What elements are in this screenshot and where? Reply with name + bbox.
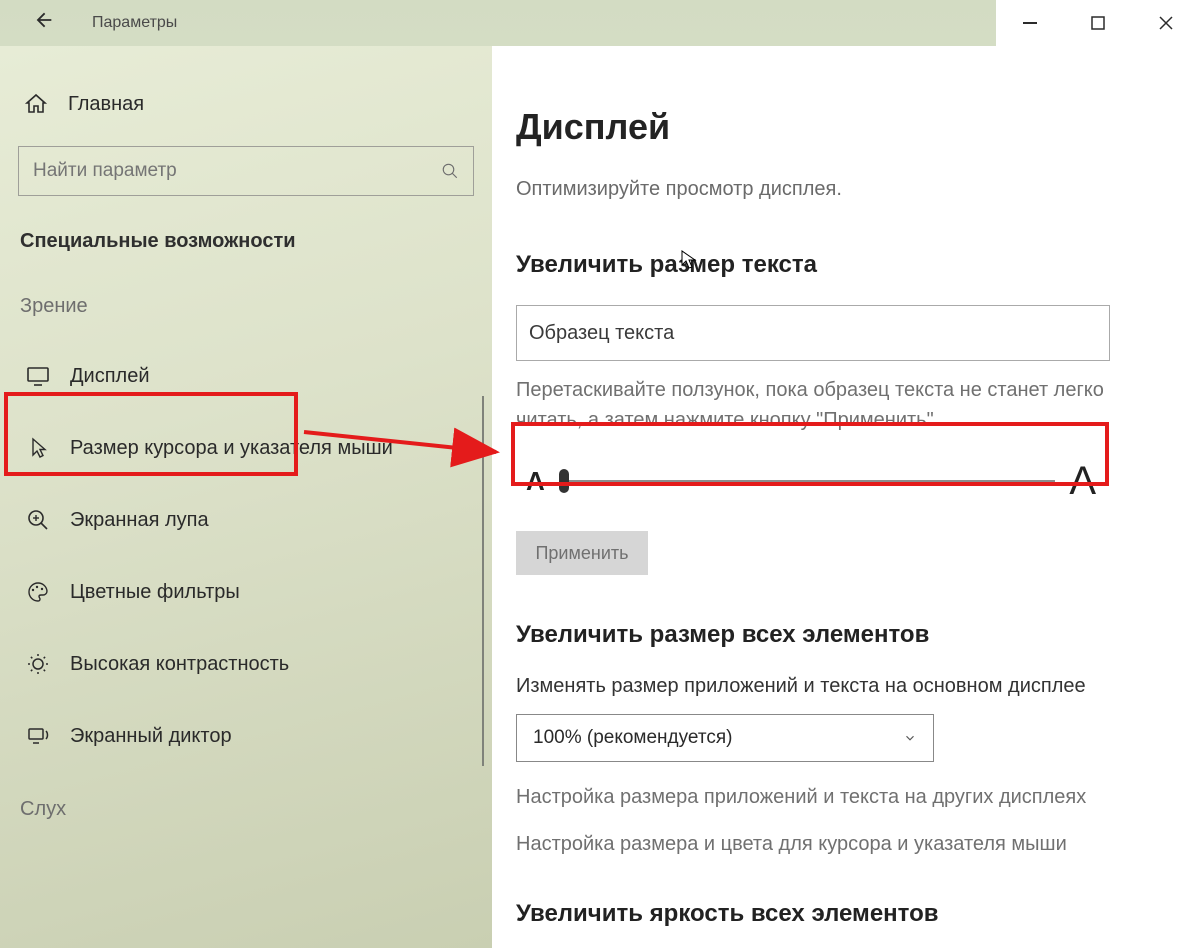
sidebar-scrollbar[interactable] — [482, 396, 484, 766]
window-title: Параметры — [92, 0, 177, 46]
scale-heading: Увеличить размер всех элементов — [516, 621, 1176, 649]
back-arrow-icon — [33, 9, 55, 31]
brightness-heading: Увеличить яркость всех элементов — [516, 900, 1176, 928]
search-box[interactable] — [18, 146, 474, 196]
search-icon — [441, 162, 459, 180]
sidebar-item-label: Размер курсора и указателя мыши — [70, 437, 393, 460]
palette-icon — [24, 578, 52, 606]
scale-dropdown[interactable]: 100% (рекомендуется) — [516, 714, 934, 762]
maximize-icon — [1091, 16, 1105, 30]
titlebar: Параметры — [0, 0, 1200, 46]
search-input[interactable] — [33, 160, 441, 182]
sidebar-item-home[interactable]: Главная — [18, 90, 474, 118]
slider-max-label: A — [1069, 459, 1096, 504]
scale-label: Изменять размер приложений и текста на о… — [516, 675, 1176, 698]
page-subtitle: Оптимизируйте просмотр дисплея. — [516, 178, 1176, 201]
link-other-displays[interactable]: Настройка размера приложений и текста на… — [516, 786, 1176, 809]
display-icon — [24, 362, 52, 390]
magnifier-icon — [24, 506, 52, 534]
minimize-button[interactable] — [996, 0, 1064, 46]
home-icon — [24, 90, 52, 118]
sidebar-section-title: Специальные возможности — [18, 230, 474, 253]
sample-text-box: Образец текста — [516, 305, 1110, 361]
sidebar-item-high-contrast[interactable]: Высокая контрастность — [18, 628, 474, 700]
sidebar-item-label: Цветные фильтры — [70, 581, 240, 604]
sidebar-item-label: Экранная лупа — [70, 509, 209, 532]
sidebar-group-vision: Зрение — [18, 295, 474, 318]
sidebar-group-hearing: Слух — [18, 798, 474, 821]
main-panel: Дисплей Оптимизируйте просмотр дисплея. … — [492, 46, 1200, 948]
close-button[interactable] — [1132, 0, 1200, 46]
apply-button[interactable]: Применить — [516, 531, 648, 575]
slider-track[interactable] — [559, 480, 1056, 482]
sidebar-item-label: Экранный диктор — [70, 725, 232, 748]
sidebar-item-magnifier[interactable]: Экранная лупа — [18, 484, 474, 556]
text-size-slider[interactable]: A A — [516, 449, 1106, 513]
sidebar: Главная Специальные возможности Зрение Д… — [0, 46, 492, 948]
cursor-icon — [24, 434, 52, 462]
narrator-icon — [24, 722, 52, 750]
minimize-icon — [1023, 16, 1037, 30]
sample-text: Образец текста — [529, 322, 674, 345]
sidebar-item-color-filters[interactable]: Цветные фильтры — [18, 556, 474, 628]
slider-thumb[interactable] — [559, 469, 569, 493]
maximize-button[interactable] — [1064, 0, 1132, 46]
scale-dropdown-value: 100% (рекомендуется) — [533, 727, 732, 749]
sidebar-item-cursor[interactable]: Размер курсора и указателя мыши — [18, 412, 474, 484]
sidebar-item-narrator[interactable]: Экранный диктор — [18, 700, 474, 772]
back-button[interactable] — [24, 0, 64, 40]
sidebar-home-label: Главная — [68, 93, 144, 116]
close-icon — [1159, 16, 1173, 30]
sidebar-item-display[interactable]: Дисплей — [18, 340, 474, 412]
slider-help-text: Перетаскивайте ползунок, пока образец те… — [516, 375, 1116, 435]
text-size-heading: Увеличить размер текста — [516, 251, 1176, 279]
window-controls — [996, 0, 1200, 46]
link-cursor-settings[interactable]: Настройка размера и цвета для курсора и … — [516, 833, 1176, 856]
sidebar-item-label: Дисплей — [70, 365, 150, 388]
page-title: Дисплей — [516, 106, 1176, 148]
contrast-icon — [24, 650, 52, 678]
chevron-down-icon — [903, 731, 917, 745]
sidebar-item-label: Высокая контрастность — [70, 653, 289, 676]
slider-min-label: A — [526, 466, 545, 497]
